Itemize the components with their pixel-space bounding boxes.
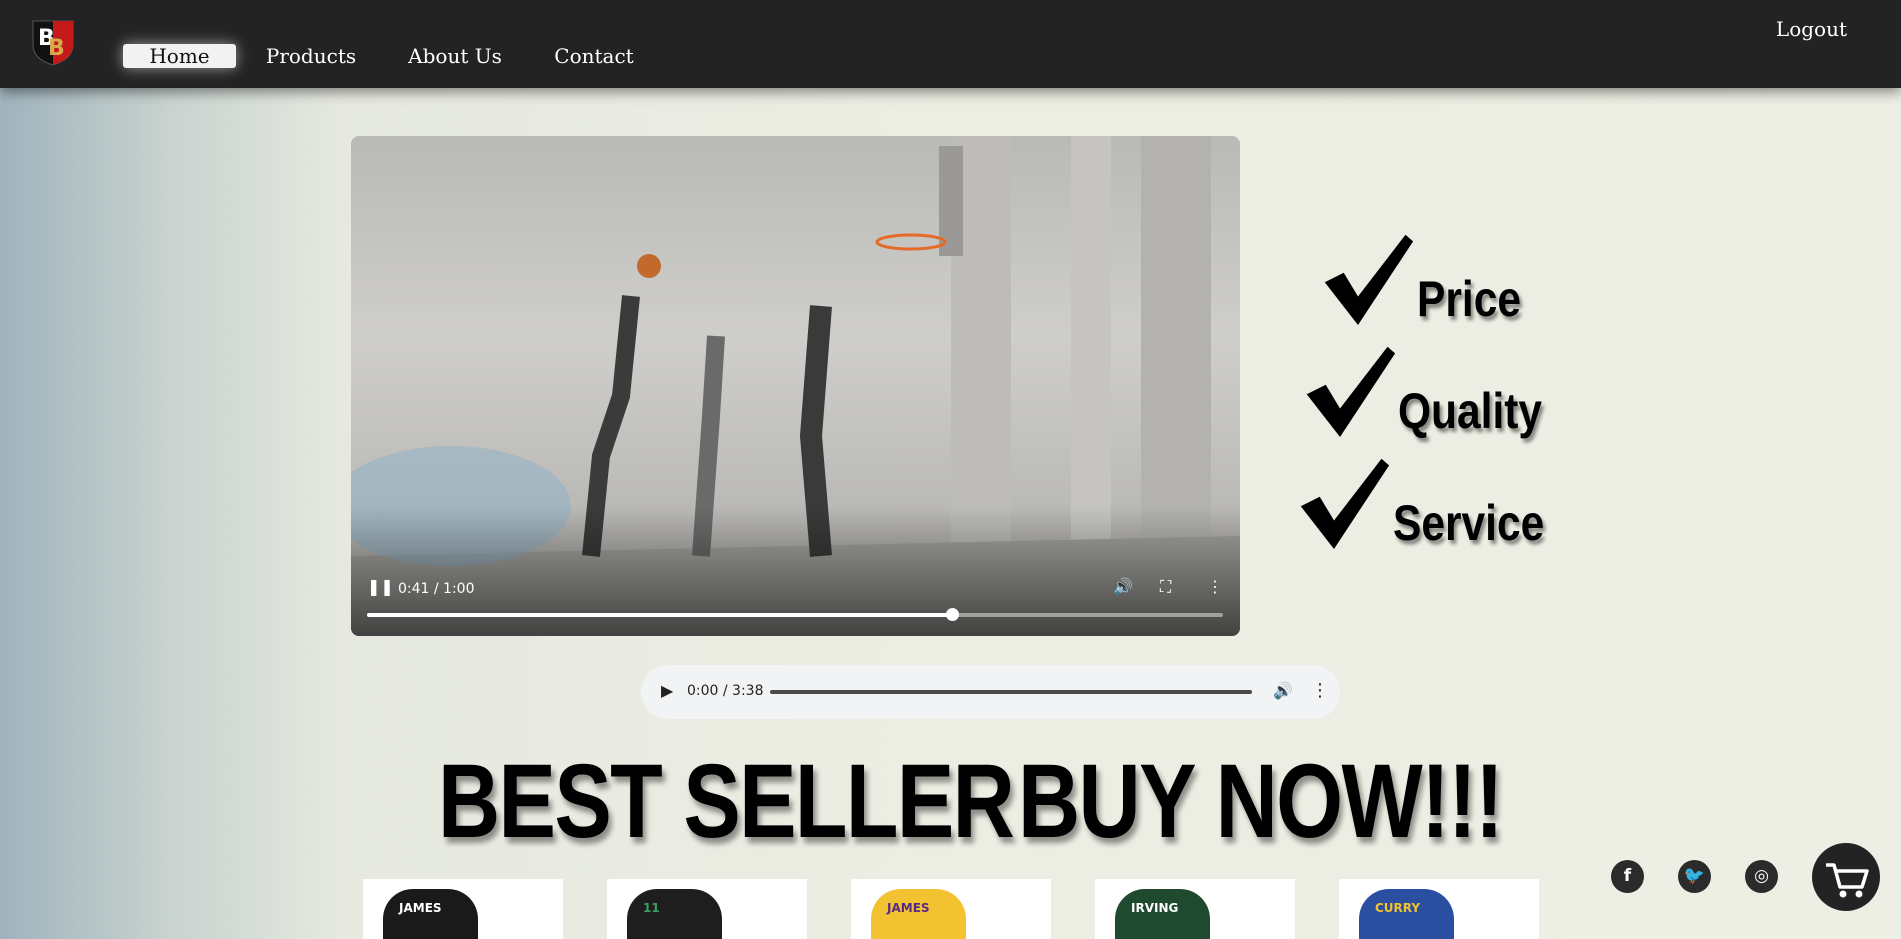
video-more-options-icon[interactable]: ⋮ (1207, 577, 1223, 596)
feature-price: Price (1417, 271, 1521, 327)
shopping-cart-button[interactable] (1812, 843, 1880, 911)
feature-list: Price Quality Service (1290, 220, 1590, 560)
facebook-icon[interactable]: f (1611, 860, 1644, 893)
play-icon[interactable]: ▶ (661, 681, 673, 700)
pause-icon[interactable]: ❚❚ (367, 577, 394, 596)
brand-logo[interactable]: B B (28, 17, 78, 67)
check-icon (1300, 458, 1390, 549)
audio-progress-bar[interactable] (770, 690, 1252, 694)
top-navbar: B B Home Products About Us Contact Logou… (0, 0, 1901, 88)
fullscreen-icon[interactable]: ⛶ (1160, 577, 1171, 597)
volume-icon[interactable]: 🔊 (1273, 681, 1293, 700)
product-card[interactable]: CURRY (1339, 879, 1539, 939)
feature-service: Service (1393, 495, 1545, 551)
check-icon (1306, 346, 1396, 437)
jersey-name: 11 (643, 901, 660, 915)
svg-text:B: B (48, 36, 65, 61)
check-icon (1324, 234, 1414, 325)
nav-contact-link[interactable]: Contact (553, 44, 635, 68)
audio-more-options-icon[interactable]: ⋮ (1311, 680, 1329, 701)
logout-link[interactable]: Logout (1776, 17, 1847, 41)
feature-quality: Quality (1398, 383, 1543, 439)
product-card[interactable]: IRVING (1095, 879, 1295, 939)
buy-now-heading: BUY NOW!!! (1018, 743, 1504, 860)
nav-home-link[interactable]: Home (123, 44, 236, 68)
nav-about-link[interactable]: About Us (407, 44, 503, 68)
video-progress-thumb[interactable] (945, 608, 959, 621)
volume-icon[interactable]: 🔊 (1113, 577, 1133, 596)
instagram-icon[interactable]: ◎ (1745, 860, 1778, 893)
cart-icon (1826, 863, 1869, 898)
jersey-name: JAMES (399, 901, 442, 915)
video-progress-fill (367, 613, 952, 617)
jersey-name: IRVING (1131, 901, 1179, 915)
nav-products-link[interactable]: Products (263, 44, 359, 68)
promo-video-player[interactable]: ❚❚ 0:41 / 1:00 🔊 ⛶ ⋮ (351, 136, 1240, 636)
jersey-image (627, 889, 722, 939)
audio-player[interactable]: ▶ 0:00 / 3:38 🔊 ⋮ (641, 665, 1340, 719)
jersey-name: CURRY (1375, 901, 1421, 915)
video-time-display: 0:41 / 1:00 (398, 581, 475, 597)
product-card[interactable]: 11 (607, 879, 807, 939)
jersey-name: JAMES (887, 901, 930, 915)
audio-time-display: 0:00 / 3:38 (687, 683, 764, 699)
best-seller-heading: BEST SELLER (438, 743, 1015, 860)
video-progress-bar[interactable] (367, 608, 1223, 621)
product-card[interactable]: JAMES (851, 879, 1051, 939)
product-card[interactable]: JAMES (363, 879, 563, 939)
twitter-icon[interactable]: 🐦 (1678, 860, 1711, 893)
